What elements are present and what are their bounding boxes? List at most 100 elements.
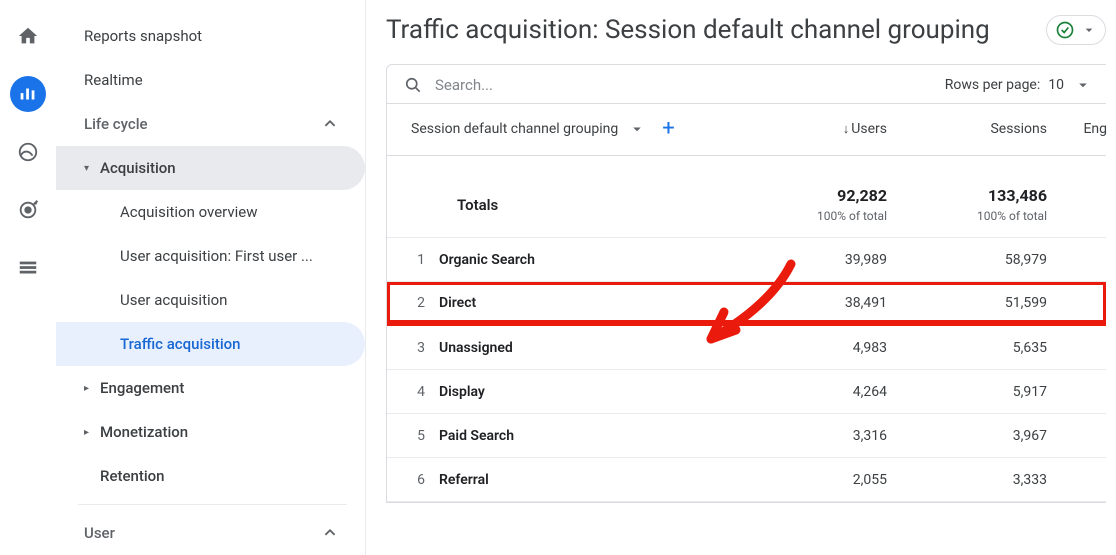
- row-sessions: 5,917: [907, 384, 1067, 400]
- dimension-header[interactable]: Session default channel grouping +: [387, 116, 747, 141]
- caret-down-icon: ▾: [84, 163, 89, 174]
- table-card: Search... Rows per page: 10 Session defa…: [386, 64, 1106, 503]
- table-row[interactable]: 4Display4,2645,917: [387, 370, 1106, 414]
- caret-right-icon: ▸: [84, 427, 89, 438]
- col-users[interactable]: ↓Users: [747, 121, 907, 137]
- nav-label: Retention: [100, 467, 165, 485]
- check-circle-icon: [1055, 20, 1075, 40]
- row-dimension: Referral: [439, 472, 747, 488]
- table-row[interactable]: 2Direct38,49151,599: [387, 282, 1106, 326]
- rail-configure-icon[interactable]: [10, 250, 46, 286]
- nav-realtime[interactable]: Realtime: [56, 58, 365, 102]
- rpp-label: Rows per page:: [945, 77, 1040, 93]
- row-index: 5: [387, 428, 439, 444]
- rail-ads-icon[interactable]: [10, 192, 46, 228]
- row-users: 3,316: [747, 428, 907, 444]
- nav-user-acquisition[interactable]: User acquisition: [56, 278, 365, 322]
- nav-label: Realtime: [84, 71, 143, 89]
- page-title: Traffic acquisition: Session default cha…: [386, 14, 990, 46]
- table-toolbar: Search... Rows per page: 10: [387, 65, 1106, 104]
- table-body: 1Organic Search39,98958,9792Direct38,491…: [387, 238, 1106, 502]
- table-row[interactable]: 1Organic Search39,98958,979: [387, 238, 1106, 282]
- nav-user-acquisition-first[interactable]: User acquisition: First user ...: [56, 234, 365, 278]
- row-users: 4,983: [747, 340, 907, 356]
- totals-users-value: 92,282: [747, 186, 887, 205]
- main: Traffic acquisition: Session default cha…: [366, 0, 1116, 555]
- header-row: Traffic acquisition: Session default cha…: [366, 14, 1116, 46]
- nav-retention[interactable]: Retention: [56, 454, 365, 498]
- nav-label: User: [84, 524, 115, 542]
- col-engaged[interactable]: Eng: [1067, 121, 1116, 137]
- add-dimension-icon[interactable]: +: [662, 116, 674, 141]
- totals-label: Totals: [387, 196, 747, 214]
- totals-row: Totals 92,282 100% of total 133,486 100%…: [387, 156, 1106, 238]
- rail-reports-icon[interactable]: [10, 76, 46, 112]
- totals-sessions-value: 133,486: [907, 186, 1047, 205]
- nav-label: Acquisition: [100, 159, 176, 177]
- rpp-value: 10: [1048, 77, 1064, 93]
- row-index: 3: [387, 340, 439, 356]
- search-input[interactable]: Search...: [403, 75, 493, 95]
- row-dimension: Paid Search: [439, 428, 747, 444]
- row-sessions: 3,967: [907, 428, 1067, 444]
- rail-explore-icon[interactable]: [10, 134, 46, 170]
- totals-users: 92,282 100% of total: [747, 186, 907, 223]
- dimension-header-label: Session default channel grouping: [411, 121, 618, 137]
- nav-label: Traffic acquisition: [120, 335, 241, 353]
- icon-rail: [0, 0, 56, 555]
- row-users: 39,989: [747, 252, 907, 268]
- row-dimension: Direct: [439, 295, 747, 311]
- table-row[interactable]: 5Paid Search3,3163,967: [387, 414, 1106, 458]
- row-users: 4,264: [747, 384, 907, 400]
- nav-section-life-cycle[interactable]: Life cycle: [56, 102, 365, 146]
- row-index: 1: [387, 252, 439, 268]
- divider: [78, 504, 347, 505]
- nav-label: Engagement: [100, 379, 184, 397]
- table-row[interactable]: 6Referral2,0553,333: [387, 458, 1106, 502]
- nav-engagement[interactable]: ▸ Engagement: [56, 366, 365, 410]
- chevron-up-icon: [319, 522, 341, 544]
- table-row[interactable]: 3Unassigned4,9835,635: [387, 326, 1106, 370]
- nav-label: Reports snapshot: [84, 27, 202, 45]
- nav-section-user[interactable]: User: [56, 511, 365, 555]
- col-users-label: Users: [851, 121, 887, 137]
- side-nav: Reports snapshot Realtime Life cycle ▾ A…: [56, 0, 366, 555]
- row-dimension: Display: [439, 384, 747, 400]
- row-index: 4: [387, 384, 439, 400]
- row-sessions: 58,979: [907, 252, 1067, 268]
- nav-label: User acquisition: [120, 291, 227, 309]
- row-users: 2,055: [747, 472, 907, 488]
- nav-acquisition[interactable]: ▾ Acquisition: [56, 146, 365, 190]
- nav-reports-snapshot[interactable]: Reports snapshot: [56, 14, 365, 58]
- dropdown-icon: [1081, 22, 1097, 38]
- chevron-up-icon: [319, 113, 341, 135]
- nav-traffic-acquisition[interactable]: Traffic acquisition: [56, 322, 365, 366]
- nav-acquisition-overview[interactable]: Acquisition overview: [56, 190, 365, 234]
- nav-label: Monetization: [100, 423, 188, 441]
- row-index: 6: [387, 472, 439, 488]
- rows-per-page[interactable]: Rows per page: 10: [945, 76, 1092, 94]
- caret-right-icon: ▸: [84, 383, 89, 394]
- totals-sessions-sub: 100% of total: [907, 209, 1047, 223]
- row-index: 2: [387, 295, 439, 311]
- column-headers: Session default channel grouping + ↓User…: [387, 104, 1106, 156]
- col-sessions[interactable]: Sessions: [907, 121, 1067, 137]
- totals-sessions: 133,486 100% of total: [907, 186, 1067, 223]
- nav-monetization[interactable]: ▸ Monetization: [56, 410, 365, 454]
- col-engaged-label: Eng: [1083, 121, 1107, 137]
- search-icon: [403, 75, 423, 95]
- row-sessions: 51,599: [907, 295, 1067, 311]
- row-dimension: Unassigned: [439, 340, 747, 356]
- nav-label: Life cycle: [84, 115, 148, 133]
- col-sessions-label: Sessions: [990, 121, 1047, 137]
- row-users: 38,491: [747, 295, 907, 311]
- row-dimension: Organic Search: [439, 252, 747, 268]
- sort-arrow-icon: ↓: [843, 122, 850, 137]
- search-placeholder: Search...: [435, 76, 493, 94]
- row-sessions: 3,333: [907, 472, 1067, 488]
- dropdown-icon: [1074, 76, 1092, 94]
- nav-label: User acquisition: First user ...: [120, 247, 313, 265]
- rail-home-icon[interactable]: [10, 18, 46, 54]
- dropdown-icon: [628, 120, 646, 138]
- status-pill[interactable]: [1046, 15, 1106, 45]
